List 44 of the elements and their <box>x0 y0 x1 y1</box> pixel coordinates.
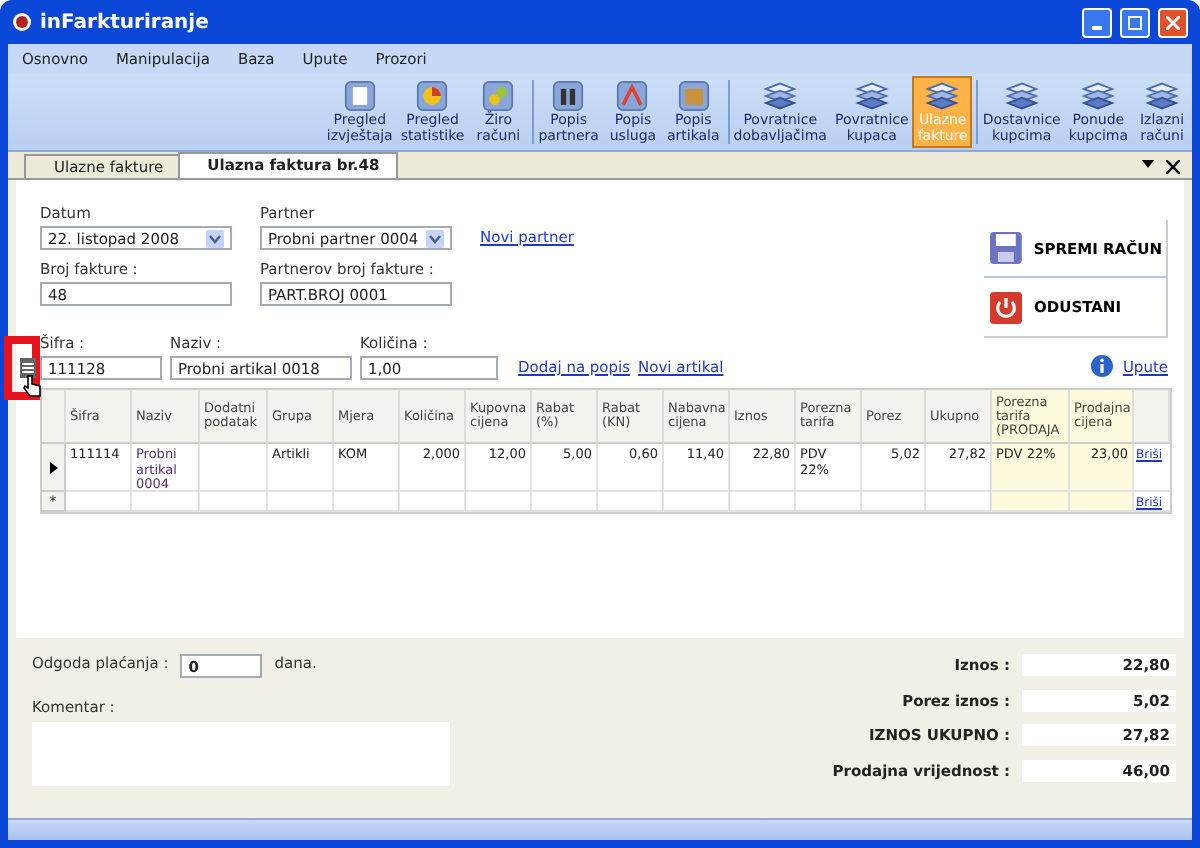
stacked-trays-icon <box>1078 80 1119 112</box>
table-cell <box>992 492 1070 512</box>
table-cell <box>400 492 466 512</box>
table-cell <box>862 492 926 512</box>
stacked-trays-icon <box>1142 80 1182 112</box>
table-cell <box>1070 492 1134 512</box>
app-icon <box>12 12 32 32</box>
close-icon[interactable] <box>1166 160 1180 174</box>
close-icon <box>1166 15 1180 29</box>
table-cell <box>730 492 796 512</box>
power-icon <box>988 289 1024 325</box>
table-cell <box>268 492 334 512</box>
dropdown-arrow-icon <box>426 229 444 247</box>
window-title: inFarkturiranje <box>40 11 211 33</box>
stacked-trays-icon <box>851 80 892 112</box>
info-icon <box>1090 354 1115 378</box>
stacked-trays-icon <box>922 80 963 112</box>
box-icon <box>675 80 712 112</box>
current-row-icon <box>49 461 57 473</box>
pie-chart-icon <box>414 80 451 112</box>
maximize-icon <box>1128 15 1142 29</box>
table-cell <box>200 444 268 492</box>
stacked-trays-icon <box>760 80 801 112</box>
dropdown-arrow-icon[interactable] <box>1142 160 1154 168</box>
close-button[interactable] <box>1158 7 1188 37</box>
table-cell <box>796 492 862 512</box>
comment-field[interactable] <box>32 722 450 786</box>
minimize-button[interactable] <box>1082 7 1112 37</box>
table-cell <box>334 492 400 512</box>
table-cell <box>532 492 598 512</box>
table-cell <box>466 492 532 512</box>
hand-cursor-icon <box>22 374 42 398</box>
table-cell <box>598 492 664 512</box>
stacked-trays-icon <box>1001 80 1042 112</box>
table-cell <box>664 492 730 512</box>
table-cell <box>132 492 200 512</box>
maximize-button[interactable] <box>1120 7 1150 37</box>
table-cell <box>66 492 132 512</box>
document-icon <box>341 80 378 112</box>
header-corner <box>1134 390 1170 444</box>
table-cell <box>926 492 992 512</box>
coins-icon <box>480 80 517 112</box>
table-cell <box>200 492 268 512</box>
dropdown-arrow-icon <box>206 229 224 247</box>
